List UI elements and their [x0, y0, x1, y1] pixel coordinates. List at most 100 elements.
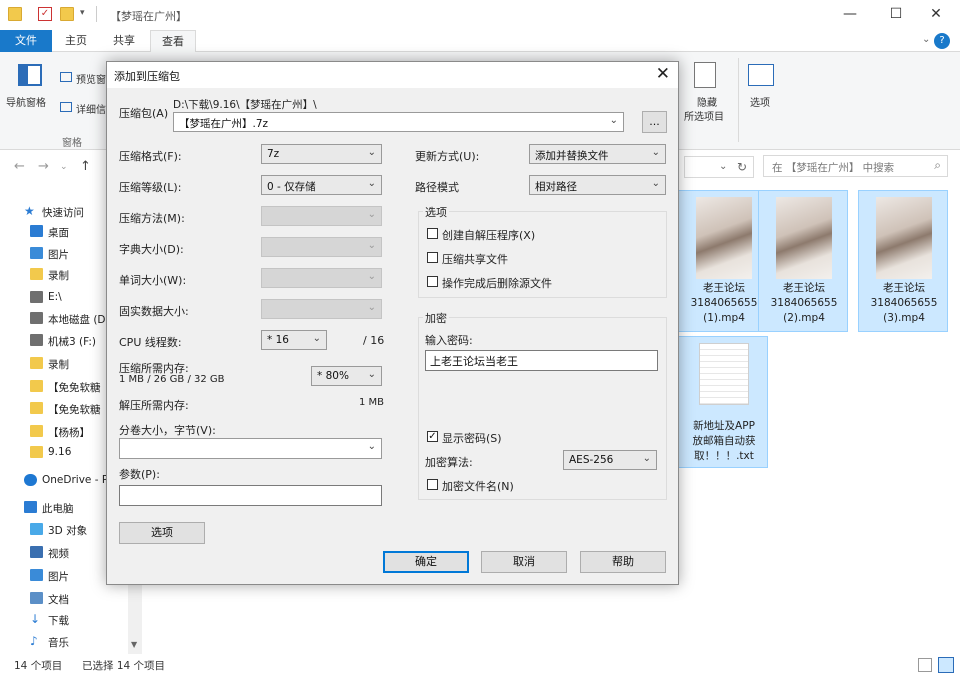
- method-label: 压缩方法(M):: [119, 212, 185, 225]
- encryption-method-select[interactable]: AES-256 ⌄: [563, 450, 657, 470]
- title-bar: ✓ ▾ 【梦瑶在广州】 — ☐ ✕: [0, 0, 960, 30]
- refresh-icon[interactable]: ↻: [737, 160, 747, 174]
- chevron-down-icon: ⌄: [609, 115, 618, 126]
- show-password-checkbox[interactable]: ✓ 显示密码(S): [427, 430, 577, 445]
- dialog-close-icon[interactable]: ✕: [656, 64, 670, 84]
- navigation-pane-icon[interactable]: [18, 64, 42, 86]
- ribbon-tabs: 文件 主页 共享 查看 ⌄ ?: [0, 30, 960, 53]
- tab-file[interactable]: 文件: [0, 30, 52, 52]
- chevron-down-icon: ⌄: [651, 147, 660, 158]
- search-placeholder: 在 【梦瑶在广州】 中搜索: [772, 162, 895, 174]
- password-field[interactable]: [426, 351, 657, 370]
- close-icon[interactable]: ✕: [916, 4, 956, 26]
- details-view-icon[interactable]: [918, 658, 932, 672]
- new-folder-icon[interactable]: [60, 7, 74, 21]
- browse-button[interactable]: ...: [642, 111, 667, 133]
- memory-decompress-value: 1 MB: [359, 397, 385, 408]
- computer-icon: [24, 501, 37, 513]
- star-icon: ★: [24, 204, 35, 218]
- level-select[interactable]: 0 - 仅存储 ⌄: [261, 175, 382, 195]
- checkbox-box[interactable]: [427, 228, 438, 239]
- dialog-title: 添加到压缩包: [114, 70, 180, 83]
- parameters-input[interactable]: [119, 485, 382, 506]
- minimize-icon[interactable]: —: [830, 4, 870, 26]
- checkbox-box[interactable]: [427, 479, 438, 490]
- password-input[interactable]: [425, 350, 658, 371]
- details-pane-button[interactable]: 详细信: [76, 101, 106, 116]
- preview-pane-button[interactable]: 预览窗: [76, 71, 106, 86]
- address-box-end[interactable]: ⌄ ↻: [684, 156, 754, 178]
- search-input[interactable]: 在 【梦瑶在广州】 中搜索 ⌕: [763, 155, 948, 177]
- solid-block-label: 固实数据大小:: [119, 305, 189, 318]
- ribbon-collapse-icon[interactable]: ⌄: [922, 34, 930, 45]
- file-item[interactable]: 老王论坛 3184065655 (1).mp4: [678, 190, 768, 332]
- checkbox-box[interactable]: [427, 276, 438, 287]
- archive-name-value: 【梦瑶在广州】.7z: [179, 118, 269, 130]
- sidebar-item-label: 此电脑: [42, 503, 74, 515]
- quick-access-dropdown-icon[interactable]: ▾: [80, 8, 85, 18]
- cancel-button[interactable]: 取消: [481, 551, 567, 573]
- tab-share[interactable]: 共享: [102, 30, 146, 52]
- tab-home[interactable]: 主页: [56, 30, 96, 52]
- solid-block-select: ⌄: [261, 299, 382, 319]
- navigation-pane-button[interactable]: 导航窗格: [6, 94, 46, 109]
- options-group: 选项 创建自解压程序(X) 压缩共享文件 操作完成后删除源文件: [418, 204, 667, 298]
- sidebar-item-label: OneDrive - P: [42, 474, 109, 486]
- memory-compress-value: 1 MB / 26 GB / 32 GB: [119, 374, 225, 385]
- delete-after-checkbox[interactable]: 操作完成后删除源文件: [427, 275, 657, 290]
- folder-icon: [30, 268, 43, 280]
- options-button[interactable]: 选项: [750, 94, 770, 109]
- recent-dropdown-icon[interactable]: ⌄: [60, 162, 68, 172]
- divider: [96, 6, 97, 22]
- sidebar-item-label: 【杨杨】: [48, 427, 90, 439]
- encryption-group-label: 加密: [423, 310, 449, 326]
- properties-icon[interactable]: ✓: [38, 7, 52, 21]
- checkbox-checked-icon[interactable]: ✓: [427, 431, 438, 442]
- forward-arrow-icon[interactable]: →: [38, 159, 49, 174]
- up-arrow-icon[interactable]: ↑: [80, 159, 91, 174]
- large-icons-view-icon[interactable]: [938, 657, 954, 673]
- address-dropdown-icon[interactable]: ⌄: [719, 161, 727, 172]
- path-mode-select[interactable]: 相对路径 ⌄: [529, 175, 666, 195]
- scroll-down-icon[interactable]: ▼: [131, 640, 137, 649]
- cpu-threads-select[interactable]: * 16 ⌄: [261, 330, 327, 350]
- hide-selected-icon: [694, 62, 716, 88]
- hide-selected-label-1[interactable]: 隐藏: [697, 94, 717, 109]
- sidebar-item[interactable]: 文档: [0, 588, 128, 610]
- update-mode-select[interactable]: 添加并替换文件 ⌄: [529, 144, 666, 164]
- sidebar-item-label: E:\: [48, 291, 62, 303]
- help-button[interactable]: 帮助: [580, 551, 666, 573]
- split-size-combo[interactable]: ⌄: [119, 438, 382, 459]
- format-select[interactable]: 7z ⌄: [261, 144, 382, 164]
- format-label: 压缩格式(F):: [119, 150, 182, 163]
- help-icon[interactable]: ?: [934, 33, 950, 49]
- sidebar-item-label: 录制: [48, 359, 69, 371]
- compress-shared-checkbox[interactable]: 压缩共享文件: [427, 251, 627, 266]
- file-item[interactable]: 老王论坛 3184065655 (3).mp4: [858, 190, 948, 332]
- create-sfx-checkbox[interactable]: 创建自解压程序(X): [427, 227, 627, 242]
- parameters-field[interactable]: [120, 486, 381, 505]
- encryption-group: 加密 输入密码: ✓ 显示密码(S) 加密算法: AES-256 ⌄ 加密文件名…: [418, 310, 667, 500]
- sidebar-item[interactable]: ↓ 下载: [0, 609, 128, 631]
- sidebar-item[interactable]: ♪ 音乐: [0, 631, 128, 653]
- tab-view[interactable]: 查看: [150, 30, 196, 53]
- password-label: 输入密码:: [425, 334, 473, 347]
- status-bar: 14 个项目 已选择 14 个项目: [0, 654, 960, 677]
- file-item[interactable]: 老王论坛 3184065655 (2).mp4: [758, 190, 848, 332]
- pictures-icon: [30, 569, 43, 581]
- folder-icon: [30, 425, 43, 437]
- chevron-down-icon: ⌄: [642, 453, 651, 464]
- encrypt-filenames-checkbox[interactable]: 加密文件名(N): [427, 478, 577, 493]
- memory-percent-select[interactable]: * 80% ⌄: [311, 366, 382, 386]
- text-file-icon: [699, 343, 749, 405]
- checkbox-box[interactable]: [427, 252, 438, 263]
- archive-name-combo[interactable]: 【梦瑶在广州】.7z ⌄: [173, 112, 624, 132]
- sidebar-item-label: 本地磁盘 (D: [48, 314, 106, 326]
- ok-button[interactable]: 确定: [383, 551, 469, 573]
- file-item[interactable]: 新地址及APP 放邮箱自动获 取！！！.txt: [678, 336, 768, 468]
- hide-selected-label-2[interactable]: 所选项目: [684, 108, 724, 123]
- back-arrow-icon[interactable]: ←: [14, 159, 25, 174]
- maximize-icon[interactable]: ☐: [876, 4, 916, 26]
- chevron-down-icon: ⌄: [312, 333, 321, 344]
- options-button[interactable]: 选项: [119, 522, 205, 544]
